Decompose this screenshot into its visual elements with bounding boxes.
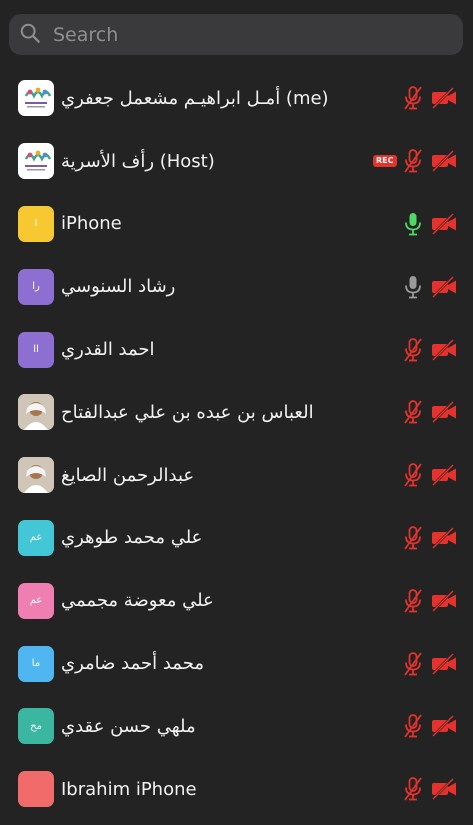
participants-screen: Search أمـل ابراهيـم مشعمل جعفري (me) رأف… [0,0,473,825]
person-photo-icon [18,457,54,494]
participant-name: احمد القدري [61,339,155,361]
search-bar[interactable]: Search [9,14,463,55]
mic-muted-icon[interactable] [403,462,423,488]
avatar: اا [18,331,54,368]
recording-badge: REC [373,155,397,168]
participant-row[interactable]: العباس بن عبده بن علي عبدالفتاح [0,381,473,444]
participant-name: محمد أحمد ضامري [61,653,204,675]
avatar: عم [18,582,54,619]
avatar: عم [18,519,54,556]
mic-muted-icon[interactable] [403,651,423,677]
participant-name: عبدالرحمن الصايغ [61,464,195,486]
camera-off-icon[interactable] [431,401,457,424]
avatar [18,80,54,117]
participant-name: ملهي حسن عقدي [61,715,196,737]
avatar [18,771,54,808]
participant-row[interactable]: مح ملهي حسن عقدي [0,695,473,758]
participant-row[interactable]: اا احمد القدري [0,318,473,381]
camera-off-icon[interactable] [431,87,457,110]
mic-muted-icon[interactable] [403,337,423,363]
participant-list: أمـل ابراهيـم مشعمل جعفري (me) رأف الأسري… [0,67,473,821]
participant-row[interactable]: ما محمد أحمد ضامري [0,632,473,695]
org-logo-icon [24,150,52,171]
camera-off-icon[interactable] [431,715,457,738]
avatar: ما [18,645,54,682]
participant-name: رأف الأسرية (Host) [61,150,215,172]
camera-off-icon[interactable] [431,338,457,361]
avatar: مح [18,708,54,745]
participant-name: رشاد السنوسي [61,276,176,298]
participant-row[interactable]: را رشاد السنوسي [0,255,473,318]
search-input[interactable]: Search [53,24,118,46]
participant-name: Ibrahim iPhone [61,778,197,800]
participant-name: iPhone [61,213,122,235]
search-icon [19,22,41,48]
camera-off-icon[interactable] [431,589,457,612]
camera-off-icon[interactable] [431,213,457,235]
mic-muted-icon[interactable] [403,776,423,802]
mic-muted-icon[interactable] [403,148,423,174]
participant-row[interactable]: عم علي معوضة مجممي [0,569,473,632]
participant-name: علي معوضة مجممي [61,590,214,612]
person-photo-icon [18,394,54,431]
avatar: I [18,205,54,242]
avatar: را [18,268,54,305]
camera-off-icon[interactable] [431,464,457,487]
mic-muted-icon[interactable] [403,713,423,739]
participant-row[interactable]: Ibrahim iPhone [0,758,473,821]
mic-icon[interactable] [403,274,423,300]
participant-name: أمـل ابراهيـم مشعمل جعفري (me) [61,87,329,109]
participant-name: العباس بن عبده بن علي عبدالفتاح [61,401,314,423]
mic-muted-icon[interactable] [403,525,423,551]
participant-row[interactable]: IiPhone [0,193,473,256]
avatar [18,143,54,180]
participant-row[interactable]: عم علي محمد طوهري [0,507,473,570]
participant-row[interactable]: رأف الأسرية (Host) REC [0,130,473,193]
camera-off-icon[interactable] [431,150,457,173]
camera-off-icon[interactable] [431,652,457,675]
org-logo-icon [24,87,52,108]
camera-off-icon[interactable] [431,527,457,549]
camera-off-icon[interactable] [431,778,457,801]
participant-row[interactable]: أمـل ابراهيـم مشعمل جعفري (me) [0,67,473,130]
participant-name: علي محمد طوهري [61,527,203,549]
avatar [18,394,54,431]
mic-muted-icon[interactable] [403,85,423,111]
avatar [18,457,54,494]
mic-muted-icon[interactable] [403,588,423,614]
participant-row[interactable]: عبدالرحمن الصايغ [0,444,473,507]
mic-muted-icon[interactable] [403,399,423,425]
mic-icon[interactable] [403,211,423,237]
camera-off-icon[interactable] [431,275,457,298]
